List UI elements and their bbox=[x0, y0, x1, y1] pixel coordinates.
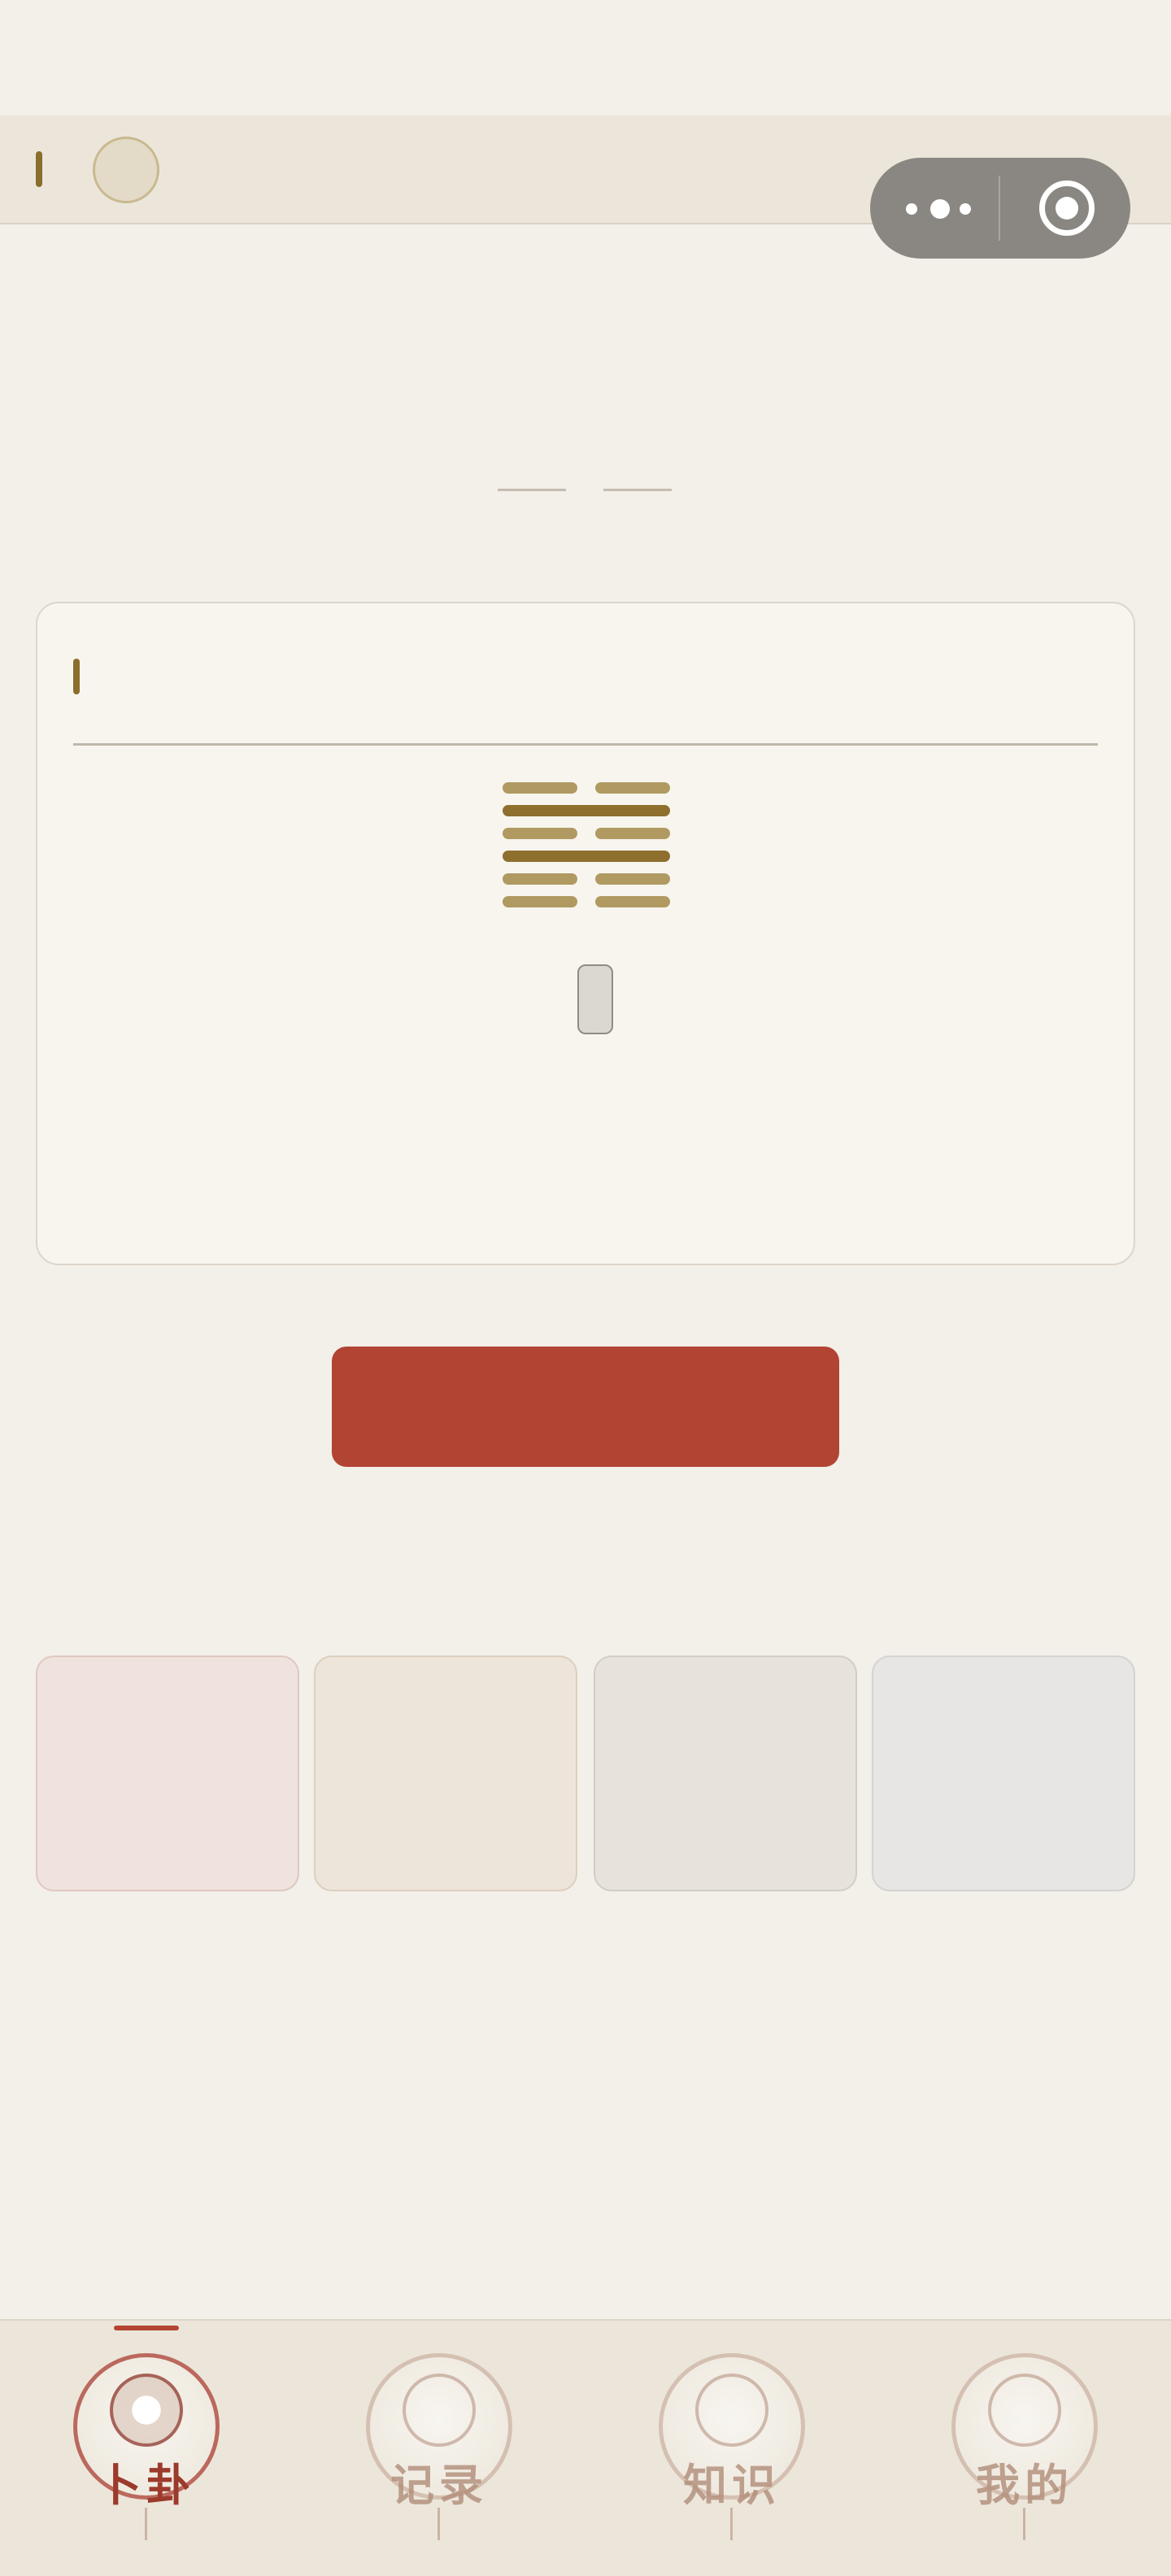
status-bar bbox=[0, 0, 1171, 115]
hexagram-line-yang bbox=[503, 851, 670, 862]
close-target-icon[interactable] bbox=[1039, 181, 1095, 236]
tassel-decoration bbox=[730, 2508, 733, 2540]
mini-program-capsule bbox=[870, 158, 1130, 259]
tab-knowledge[interactable]: 知识 bbox=[642, 2345, 821, 2565]
feature-tile-2[interactable] bbox=[314, 1656, 577, 1891]
avatar[interactable] bbox=[93, 137, 159, 203]
feature-tile-1[interactable] bbox=[36, 1656, 299, 1891]
more-menu-icon[interactable] bbox=[906, 197, 974, 220]
tab-mine[interactable]: 我的 bbox=[935, 2345, 1114, 2565]
header-accent-bar bbox=[36, 151, 42, 187]
hexagram-line-yin bbox=[503, 873, 670, 885]
divination-card bbox=[36, 602, 1135, 1265]
feature-tile-3[interactable] bbox=[594, 1656, 857, 1891]
tab-label: 记录 bbox=[390, 2459, 488, 2511]
tassel-decoration bbox=[1023, 2508, 1025, 2540]
tassel-decoration bbox=[437, 2508, 440, 2540]
bottom-tab-bar: 卜卦 记录 知识 我的 bbox=[0, 2319, 1171, 2576]
hexagram-line-yin bbox=[503, 896, 670, 907]
title-decoration-right bbox=[603, 489, 672, 491]
active-tab-indicator bbox=[114, 2326, 179, 2330]
tab-records[interactable]: 记录 bbox=[350, 2345, 529, 2565]
toggle-switch[interactable] bbox=[577, 964, 613, 1034]
hexagram-line-yin bbox=[503, 782, 670, 794]
card-accent-bar bbox=[73, 659, 80, 694]
tab-label: 我的 bbox=[976, 2459, 1073, 2511]
feature-tile-4[interactable] bbox=[872, 1656, 1135, 1891]
tab-label: 知识 bbox=[683, 2459, 781, 2511]
hexagram-display bbox=[503, 782, 670, 916]
hexagram-line-yin bbox=[503, 828, 670, 839]
start-divination-button[interactable] bbox=[332, 1347, 839, 1467]
capsule-divider bbox=[999, 176, 1000, 241]
tab-divination[interactable]: 卜卦 bbox=[57, 2345, 236, 2565]
tab-label: 卜卦 bbox=[98, 2459, 195, 2511]
tassel-decoration bbox=[145, 2508, 147, 2540]
title-decoration-left bbox=[498, 489, 566, 491]
card-divider bbox=[73, 743, 1098, 746]
hexagram-line-yang bbox=[503, 805, 670, 816]
